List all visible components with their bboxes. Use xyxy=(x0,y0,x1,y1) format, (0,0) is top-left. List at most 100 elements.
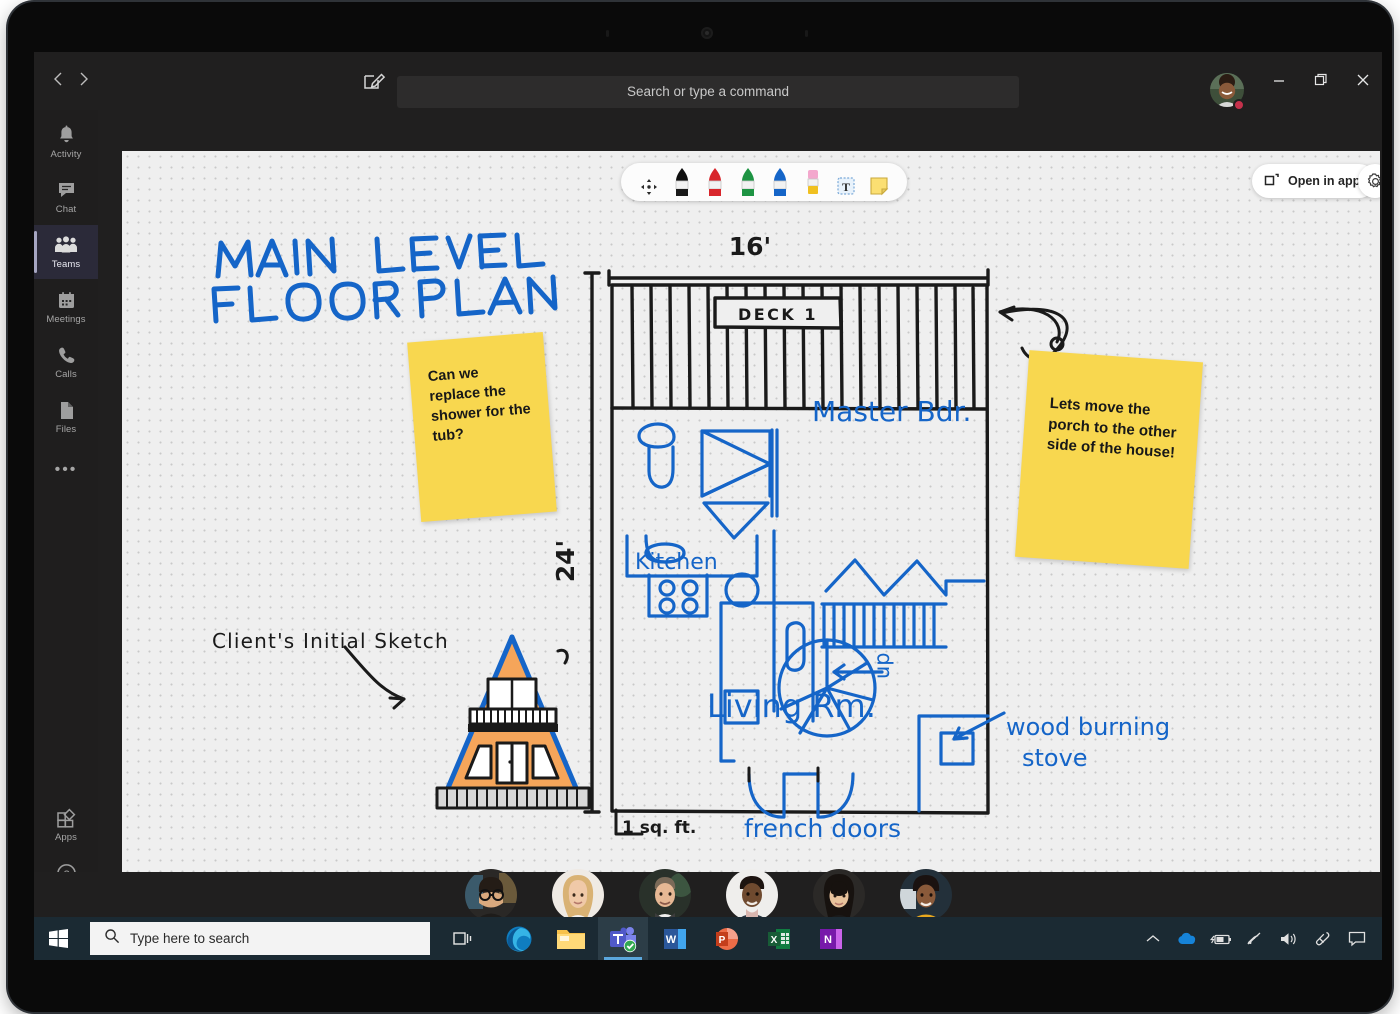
sidebar-item-label: Teams xyxy=(51,259,81,270)
front-camera xyxy=(701,27,713,39)
taskbar-app-powerpoint[interactable]: P xyxy=(702,917,752,960)
svg-text:W: W xyxy=(666,934,677,946)
t-master: Master Bdr. xyxy=(812,395,971,428)
t-french: french doors xyxy=(744,814,901,843)
sidebar-item-calls[interactable]: Calls xyxy=(34,335,98,389)
sidebar-item-teams[interactable]: Teams xyxy=(34,225,98,279)
sidebar-item-label: Apps xyxy=(54,832,78,843)
sidebar-item-label: Meetings xyxy=(46,314,86,325)
avatar[interactable] xyxy=(899,868,952,921)
sensor-left xyxy=(606,30,609,37)
svg-text:X: X xyxy=(771,935,778,946)
phone-icon xyxy=(57,344,76,366)
move-select-tool[interactable] xyxy=(637,167,661,197)
taskbar-app-excel[interactable]: X xyxy=(754,917,804,960)
battery-charging-icon[interactable] xyxy=(1204,917,1238,960)
search-placeholder: Type here to search xyxy=(130,931,250,946)
windows-taskbar: Type here to search W P X N xyxy=(34,917,1382,960)
back-button[interactable] xyxy=(45,69,71,95)
compose-icon[interactable] xyxy=(359,68,389,96)
pen-icon[interactable] xyxy=(1306,917,1340,960)
sidebar-item-apps[interactable]: Apps xyxy=(34,798,98,852)
t-client: Client's Initial Sketch xyxy=(212,629,449,653)
sticky-note-tool[interactable] xyxy=(867,167,891,197)
avatar[interactable] xyxy=(464,868,517,921)
pen-red-tool[interactable] xyxy=(703,167,727,197)
taskbar-app-onenote[interactable]: N xyxy=(806,917,856,960)
meeting-roster xyxy=(34,868,1382,921)
forward-button[interactable] xyxy=(71,69,97,95)
svg-text:P: P xyxy=(719,935,726,946)
teams-window: Search or type a command Activity Chat T… xyxy=(34,52,1382,960)
taskbar-app-explorer[interactable] xyxy=(546,917,596,960)
tablet-device-frame: Search or type a command Activity Chat T… xyxy=(8,2,1392,1012)
t-24: 24' xyxy=(551,540,580,582)
sidebar-more-button[interactable]: ••• xyxy=(34,450,98,490)
sidebar-item-meetings[interactable]: Meetings xyxy=(34,280,98,334)
sidebar-item-label: Files xyxy=(55,424,77,435)
search-icon xyxy=(104,928,120,949)
sticky-note[interactable]: Can we replace the shower for the tub? xyxy=(407,331,557,523)
search-input[interactable]: Search or type a command xyxy=(397,76,1019,108)
sticky-note[interactable]: Lets move the porch to the other side of… xyxy=(1014,350,1204,569)
t-deck: DECK 1 xyxy=(738,305,818,324)
wifi-icon[interactable] xyxy=(1238,917,1272,960)
sensor-right xyxy=(805,30,808,37)
sidebar-item-chat[interactable]: Chat xyxy=(34,170,98,224)
chevron-up-icon[interactable] xyxy=(1136,917,1170,960)
sidebar-item-label: Calls xyxy=(55,369,77,380)
screen: Search or type a command Activity Chat T… xyxy=(34,52,1382,960)
close-button[interactable] xyxy=(1340,64,1382,100)
ink-title xyxy=(211,232,558,324)
sidebar-item-files[interactable]: Files xyxy=(34,390,98,444)
maximize-button[interactable] xyxy=(1298,64,1344,100)
windows-logo-icon[interactable] xyxy=(34,917,82,960)
open-in-app-label: Open in app xyxy=(1288,174,1361,188)
minimize-button[interactable] xyxy=(1256,64,1302,100)
sidebar-item-label: Chat xyxy=(55,204,77,215)
svg-text:T: T xyxy=(842,180,850,194)
calendar-icon xyxy=(57,289,76,311)
taskbar-app-teams[interactable] xyxy=(598,917,648,960)
apps-icon xyxy=(56,807,77,829)
task-view-icon[interactable] xyxy=(446,922,480,955)
whiteboard-toolbar: T xyxy=(621,163,907,201)
whiteboard-canvas[interactable]: 16' 24' DECK 1 Master Bdr. Kitchen Livin… xyxy=(122,151,1380,872)
eraser-tool[interactable] xyxy=(801,167,825,197)
pen-black-tool[interactable] xyxy=(670,167,694,197)
avatar[interactable] xyxy=(725,868,778,921)
app-rail: Activity Chat Teams Meetings Calls Files… xyxy=(34,110,98,917)
t-scale: 1 sq. ft. xyxy=(622,818,696,838)
t-stove1: wood burning xyxy=(1006,713,1170,741)
chat-icon xyxy=(57,179,76,201)
people-icon xyxy=(54,234,78,256)
system-tray xyxy=(1136,917,1374,960)
svg-text:N: N xyxy=(824,934,832,946)
taskbar-app-word[interactable]: W xyxy=(650,917,700,960)
t-up: up xyxy=(870,652,894,679)
onedrive-icon[interactable] xyxy=(1170,917,1204,960)
teams-titlebar: Search or type a command xyxy=(34,52,1382,111)
sidebar-item-label: Activity xyxy=(50,149,82,160)
sidebar-item-activity[interactable]: Activity xyxy=(34,115,98,169)
avatar[interactable] xyxy=(812,868,865,921)
ink-floor-plan-interior xyxy=(625,422,1006,819)
t-living: Living Rm. xyxy=(707,687,876,725)
taskbar-app-edge[interactable] xyxy=(494,917,544,960)
action-center-icon[interactable] xyxy=(1340,917,1374,960)
ink-client-sketch xyxy=(435,634,591,810)
search-input[interactable]: Type here to search xyxy=(90,922,430,955)
speaker-icon[interactable] xyxy=(1272,917,1306,960)
avatar[interactable] xyxy=(551,868,604,921)
pen-blue-tool[interactable] xyxy=(768,167,792,197)
open-external-icon xyxy=(1264,173,1280,190)
file-icon xyxy=(58,399,75,421)
avatar[interactable] xyxy=(638,868,691,921)
text-tool[interactable]: T xyxy=(834,167,858,197)
pen-green-tool[interactable] xyxy=(736,167,760,197)
status-badge xyxy=(1233,99,1245,111)
t-16: 16' xyxy=(729,232,771,261)
t-kitchen: Kitchen xyxy=(635,550,718,575)
bell-icon xyxy=(57,124,76,146)
t-stove2: stove xyxy=(1022,744,1088,772)
